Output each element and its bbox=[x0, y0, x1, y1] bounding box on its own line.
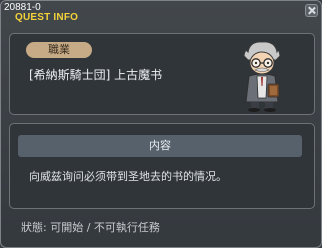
job-panel: 職業 [希納斯騎士団] 上古魔书 bbox=[9, 33, 315, 115]
content-header: 内容 bbox=[18, 135, 302, 157]
job-name: [希納斯騎士団] 上古魔书 bbox=[29, 68, 163, 82]
job-badge: 職業 bbox=[26, 42, 92, 58]
content-panel: 内容 向威兹询问必须带到圣地去的书的情况。 bbox=[9, 123, 315, 209]
close-button[interactable] bbox=[305, 4, 318, 17]
quest-status: 狀態: 可開始 / 不可執行任務 bbox=[21, 221, 160, 234]
quest-description: 向威兹询问必须带到圣地去的书的情况。 bbox=[29, 170, 227, 183]
quest-info-window: 20881-0 QUEST INFO 職業 [希納斯騎士団] 上古魔书 内容 向… bbox=[0, 0, 322, 248]
old-scholar-npc-icon bbox=[243, 41, 281, 112]
window-title: QUEST INFO bbox=[15, 12, 79, 23]
